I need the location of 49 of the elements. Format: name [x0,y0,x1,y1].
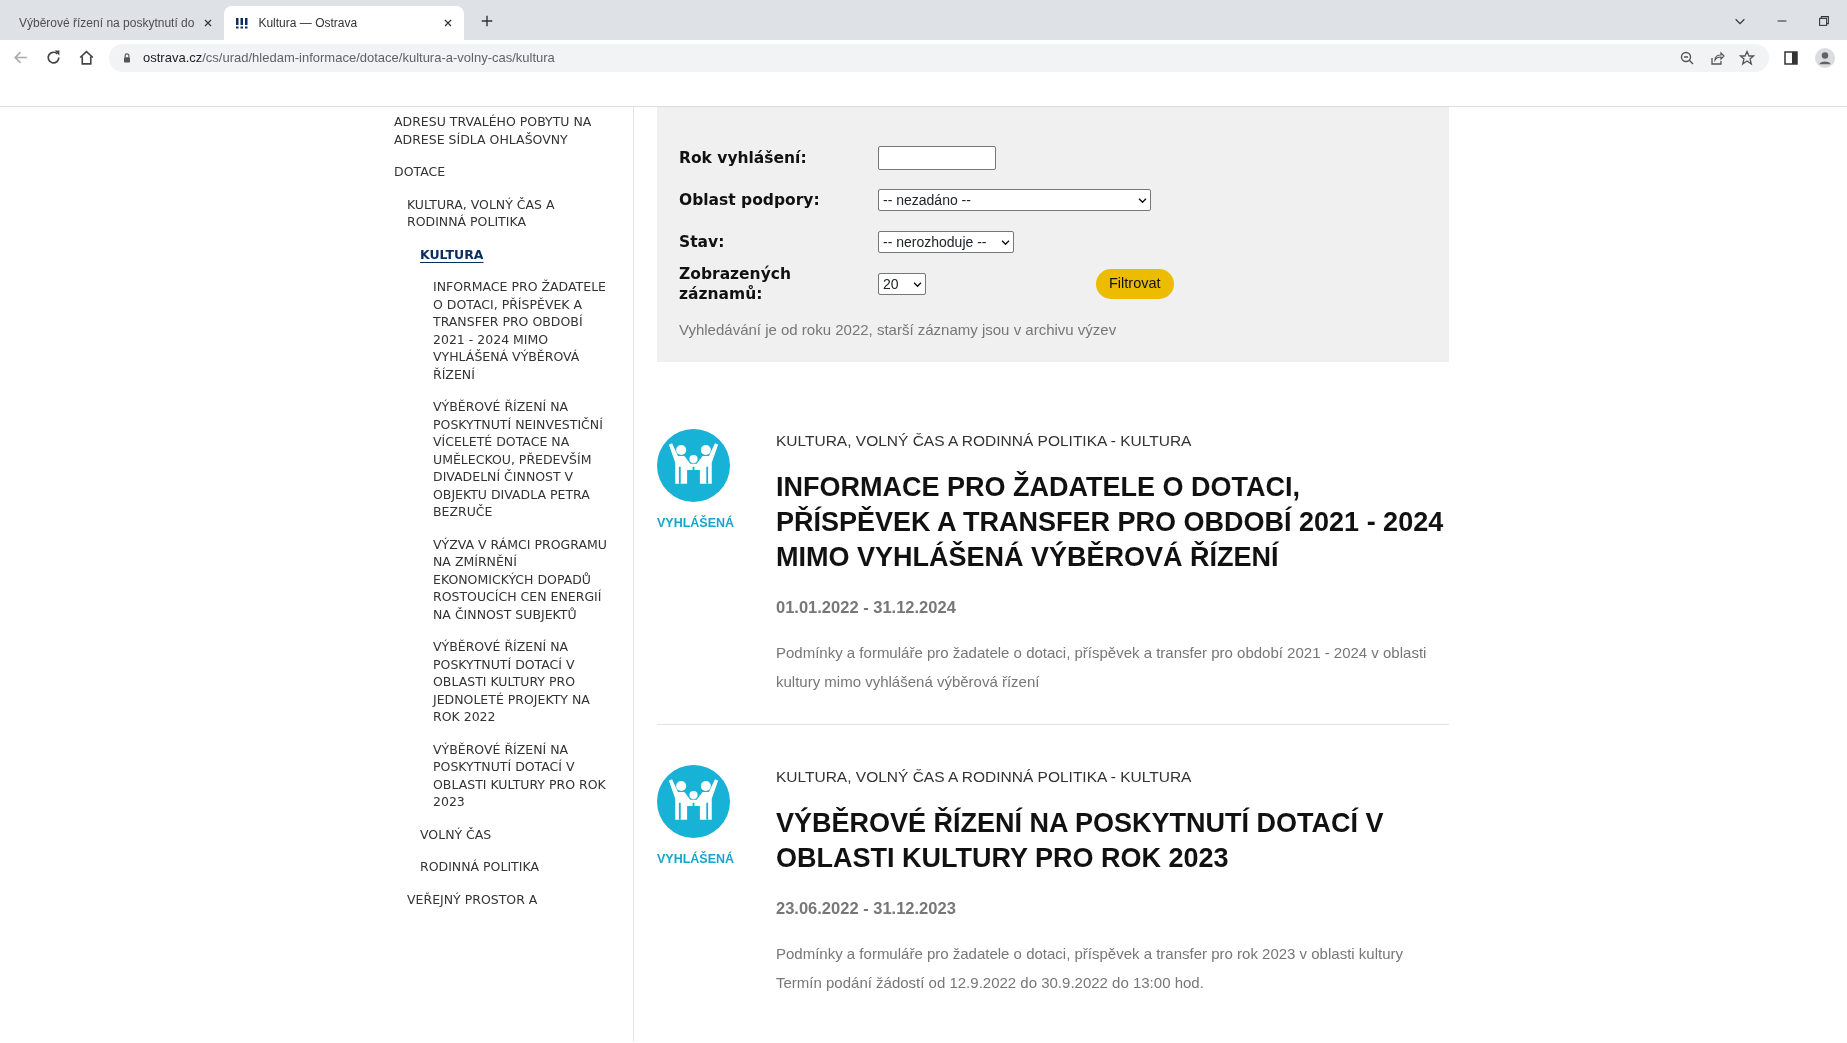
field-label: Rok vyhlášení: [679,148,808,168]
browser-tab[interactable]: Kultura — Ostrava [224,6,465,40]
category-text: KULTURA, VOLNÝ ČAS A RODINNÁ POLITIKA - KULTURA [776,430,1193,451]
sidebar-link[interactable]: RODINNÁ POLITIKA [420,858,613,876]
dropdown-select[interactable]: -- nezadáno -- [878,189,1151,211]
dropdown-select[interactable]: -- nerozhoduje -- [878,231,1014,253]
url-text: ostrava.cz/cs/urad/hledam-informace/dotace/kultura-a-volny-cas/kultura [143,48,556,67]
sidebar-link[interactable]: VOLNÝ ČAS [420,825,613,843]
sidebar-link[interactable]: VEŘEJNÝ PROSTOR A [407,890,613,908]
address-bar[interactable]: ostrava.cz/cs/urad/hledam-informace/dotace/kultura-a-volny-cas/kultura [109,43,1769,72]
category-text: KULTURA, VOLNÝ ČAS A RODINNÁ POLITIKA - KULTURA [776,766,1193,787]
field-label: Oblast podpory: [679,190,821,210]
field-label: Stav: [679,232,726,252]
site-logo-icon [234,15,251,31]
sidebar-link[interactable]: VÝZVA V RÁMCI PROGRAMU NA ZMÍRNĚNÍ EKONOMICKÝCH DOPADŮ ROSTOUCÍCH CEN ENERGIÍ NA ČINNOST SUBJEKTŮ [433,535,613,623]
dropdown-select[interactable]: 20 [878,273,926,295]
info-text: Vyhledávání je od roku 2022, starší záznamy jsou v archivu výzev [679,320,1118,340]
field-label: Zobrazených záznamů: [679,264,792,304]
date-range: 01.01.2022 - 31.12.2024 [776,596,957,618]
sidebar-link[interactable]: KULTURA [420,245,613,263]
result-title-link[interactable]: INFORMACE PRO ŽADATELE O DOTACI, PŘÍSPĚVEK A TRANSFER PRO OBDOBÍ 2021 - 2024 MIMO VYHLÁŠENÁ VÝBĚROVÁ ŘÍZENÍ [776,469,1449,575]
browser-tab[interactable]: Výběrové řízení na poskytnutí do [9,6,225,40]
sidebar-link[interactable]: ADRESU TRVALÉHO POBYTU NA ADRESE SÍDLA OHLAŠOVNY [394,113,613,148]
sidebar-link[interactable]: VÝBĚROVÉ ŘÍZENÍ NA POSKYTNUTÍ DOTACÍ V OBLASTI KULTURY PRO JEDNOLETÉ PROJEKTY NA ROK 2022 [433,638,613,726]
status-label: VYHLÁŠENÁ [657,514,735,532]
filter-button[interactable]: Filtrovat [1096,269,1174,299]
result-title-link[interactable]: VÝBĚROVÉ ŘÍZENÍ NA POSKYTNUTÍ DOTACÍ V OBLASTI KULTURY PRO ROK 2023 [776,805,1449,876]
description-text: Podmínky a formuláře pro žadatele o dotaci, příspěvek a transfer pro rok 2023 v oblasti kultury Termín podání žádostí od 12.9.2022 do 30.9.2022 do 13:00 hod. [776,943,1404,993]
zoom-out-icon[interactable] [1679,49,1695,66]
lock-icon [121,51,133,64]
description-text: Podmínky a formuláře pro žadatele o dotaci, příspěvek a transfer pro období 2021 - 2024 v oblasti kultury mimo vyhlášená výběrová řízení [776,642,1428,692]
family-icon [657,428,730,502]
sidebar-link[interactable]: INFORMACE PRO ŽADATELE O DOTACI, PŘÍSPĚVEK A TRANSFER PRO OBDOBÍ 2021 - 2024 MIMO VYHLÁŠENÁ VÝBĚROVÁ ŘÍZENÍ [433,278,613,383]
family-icon [657,764,730,838]
status-label: VYHLÁŠENÁ [657,850,735,868]
reload-icon[interactable] [45,49,62,66]
text-field[interactable] [878,146,996,170]
sidebar-link[interactable]: VÝBĚROVÉ ŘÍZENÍ NA POSKYTNUTÍ NEINVESTIČNÍ VÍCELETÉ DOTACE NA UMĚLECKOU, PŘEDEVŠÍM DIVADELNÍ ČINNOST V OBJEKTU DIVADLA PETRA BEZRUČE [433,398,613,521]
plus-icon [480,13,495,28]
home-icon[interactable] [78,49,95,66]
sidebar-link[interactable]: DOTACE [394,163,613,181]
restore-icon[interactable] [1817,13,1831,28]
share-icon[interactable] [1709,49,1725,66]
side-panel-icon[interactable] [1783,49,1799,66]
star-icon[interactable] [1739,49,1755,66]
sidebar-link[interactable]: VÝBĚROVÉ ŘÍZENÍ NA POSKYTNUTÍ DOTACÍ V OBLASTI KULTURY PRO ROK 2023 [433,740,613,811]
sidebar-link[interactable]: KULTURA, VOLNÝ ČAS A RODINNÁ POLITIKA [407,195,613,231]
date-range: 23.06.2022 - 31.12.2023 [776,897,957,919]
profile-icon[interactable] [1815,47,1835,68]
